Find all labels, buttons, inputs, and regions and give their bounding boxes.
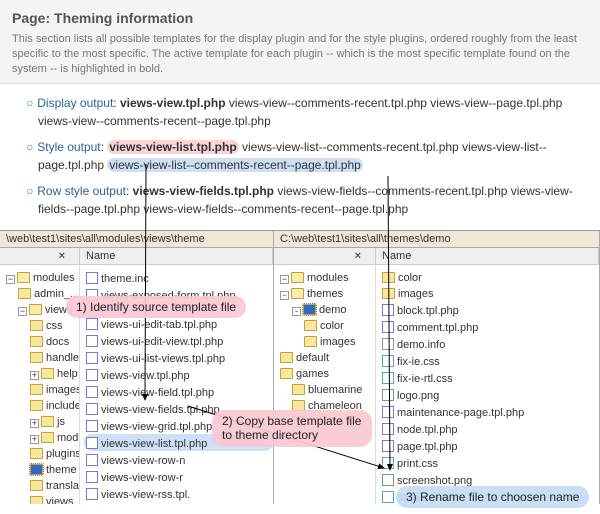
tree-item[interactable]: themes xyxy=(278,413,375,429)
tree-item[interactable]: games xyxy=(278,365,375,381)
file-item[interactable]: views-view-fields.tpl.php xyxy=(84,400,273,417)
file-item[interactable]: theme.inc xyxy=(84,269,273,286)
row-output-label[interactable]: Row style output xyxy=(37,184,132,198)
page-description: This section lists all possible template… xyxy=(12,32,588,77)
file-item[interactable]: images xyxy=(380,285,599,301)
tree-item[interactable]: chameleon xyxy=(278,397,375,413)
file-item[interactable]: print.css xyxy=(380,454,599,471)
file-item[interactable]: views-ui-list-views.tpl.php xyxy=(84,349,273,366)
style-output-active: views-view-list.tpl.php xyxy=(107,140,238,154)
style-output-row: ○Style output views-view-list.tpl.php vi… xyxy=(26,138,584,174)
file-item[interactable]: page.tpl.php xyxy=(380,437,599,454)
tree-item[interactable]: +js xyxy=(4,413,79,429)
file-item[interactable]: maintenance-page.tpl.php xyxy=(380,403,599,420)
left-address-bar[interactable]: \web\test1\sites\all\modules\views\theme xyxy=(0,231,273,248)
left-file-list[interactable]: theme.incviews-exposed-form.tpl.php views… xyxy=(80,265,273,504)
close-icon[interactable]: × xyxy=(59,250,73,262)
file-item[interactable]: screenshot.png xyxy=(380,471,599,488)
tree-item[interactable]: images xyxy=(4,381,79,397)
left-tree[interactable]: −modulesadmin_...−viewscssdocshandlers+h… xyxy=(0,265,80,504)
tree-item[interactable]: −views xyxy=(4,301,79,317)
file-item[interactable]: node.tpl.php xyxy=(380,420,599,437)
display-output-label[interactable]: Display output xyxy=(37,96,120,110)
tree-item[interactable]: includes xyxy=(4,397,79,413)
theming-info-panel: Page: Theming information This section l… xyxy=(0,0,600,84)
right-address-bar[interactable]: C:\web\test1\sites\all\themes\demo xyxy=(274,231,599,248)
tree-item[interactable]: views_exp xyxy=(4,493,79,504)
file-item[interactable]: color xyxy=(380,269,599,285)
file-item[interactable]: fix-ie-rtl.css xyxy=(380,369,599,386)
file-item[interactable]: views-ui-edit-view.tpl.php xyxy=(84,332,273,349)
file-item[interactable]: demo.info xyxy=(380,335,599,352)
file-item[interactable]: views-view-list.tpl.php xyxy=(84,434,273,451)
tree-item[interactable]: −modules xyxy=(4,269,79,285)
tree-item[interactable]: translation xyxy=(4,477,79,493)
file-item[interactable]: views-view.tpl.php xyxy=(84,366,273,383)
left-tree-header[interactable]: × xyxy=(0,248,80,264)
template-suggestions: ○Display output views-view.tpl.php views… xyxy=(0,84,600,230)
display-output-row: ○Display output views-view.tpl.php views… xyxy=(26,94,584,130)
tree-item[interactable]: +help xyxy=(4,365,79,381)
file-item[interactable]: views-view-grid.tpl.php xyxy=(84,417,273,434)
left-name-column[interactable]: Name xyxy=(80,248,273,264)
file-item[interactable]: block.tpl.php xyxy=(380,301,599,318)
tree-item[interactable]: plugins xyxy=(4,445,79,461)
style-output-label[interactable]: Style output xyxy=(37,140,107,154)
row-output-row: ○Row style output views-view-fields.tpl.… xyxy=(26,182,584,218)
file-item[interactable]: logo.png xyxy=(380,386,599,403)
tree-item[interactable]: handlers xyxy=(4,349,79,365)
file-item[interactable]: views-ui-edit-tab.tpl.php xyxy=(84,315,273,332)
row-output-active: views-view-fields.tpl.php xyxy=(133,184,274,198)
tree-item[interactable]: default xyxy=(278,349,375,365)
tree-item[interactable]: docs xyxy=(4,333,79,349)
file-item[interactable]: views-view-row-r xyxy=(84,468,273,485)
tree-item[interactable]: admin_... xyxy=(4,285,79,301)
tree-item[interactable]: css xyxy=(4,317,79,333)
file-item[interactable]: views-exposed-form.tpl.php xyxy=(84,286,273,303)
explorer-right-pane: C:\web\test1\sites\all\themes\demo × Nam… xyxy=(274,231,600,504)
right-file-list[interactable]: colorimagesblock.tpl.phpcomment.tpl.phpd… xyxy=(376,265,599,504)
tree-item[interactable]: +modules xyxy=(4,429,79,445)
file-item[interactable]: style.css xyxy=(380,488,599,504)
explorer-left-pane: \web\test1\sites\all\modules\views\theme… xyxy=(0,231,274,504)
file-item[interactable]: fix-ie.css xyxy=(380,352,599,369)
tree-item[interactable]: images xyxy=(278,333,375,349)
style-output-chosen: views-view-list--comments-recent--page.t… xyxy=(107,158,362,172)
page-title: Page: Theming information xyxy=(12,10,588,26)
right-tree-header[interactable]: × xyxy=(274,248,376,264)
file-item[interactable]: views-view-field.tpl.php xyxy=(84,383,273,400)
file-item[interactable]: views-view-rss.tpl. xyxy=(84,485,273,502)
tree-item[interactable]: theme xyxy=(4,461,79,477)
close-icon[interactable]: × xyxy=(355,250,369,262)
tree-item[interactable]: −modules xyxy=(278,269,375,285)
right-name-column[interactable]: Name xyxy=(376,248,599,264)
tree-item[interactable]: color xyxy=(278,317,375,333)
display-output-active: views-view.tpl.php xyxy=(120,96,226,110)
right-tree[interactable]: −modules-themes-democolorimagesdefaultga… xyxy=(274,265,376,504)
file-item[interactable]: comment.tpl.php xyxy=(380,318,599,335)
file-item[interactable]: views-view-row-n xyxy=(84,451,273,468)
tree-item[interactable]: -demo xyxy=(278,301,375,317)
file-explorer: \web\test1\sites\all\modules\views\theme… xyxy=(0,230,600,504)
tree-item[interactable]: -themes xyxy=(278,285,375,301)
file-item[interactable]: views-view-summary.tpl.php xyxy=(84,502,273,504)
tree-item[interactable]: bluemarine xyxy=(278,381,375,397)
